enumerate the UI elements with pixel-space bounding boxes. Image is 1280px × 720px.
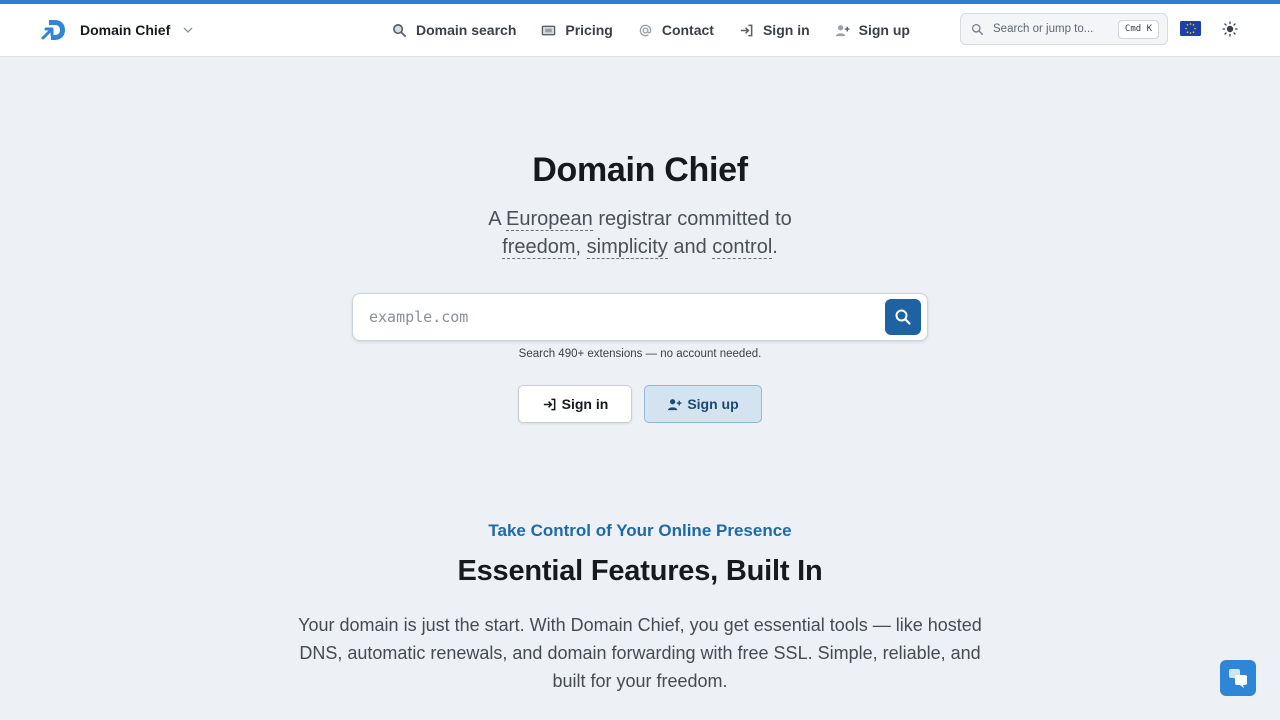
sign-in-icon <box>543 398 556 410</box>
simplicity-term[interactable]: simplicity <box>586 236 668 259</box>
hero-title: Domain Chief <box>532 151 748 189</box>
eu-flag-icon[interactable] <box>1180 21 1201 36</box>
nav-label: Sign up <box>858 22 910 38</box>
chevron-down-icon[interactable] <box>182 24 194 36</box>
sun-icon[interactable] <box>1222 21 1238 37</box>
nav-domain-search[interactable]: Domain search <box>392 22 516 38</box>
keyboard-shortcut-badge: Cmd K <box>1117 20 1159 39</box>
search-icon <box>895 309 911 325</box>
jump-search-placeholder: Search or jump to... <box>993 23 1094 35</box>
nav-label: Pricing <box>565 22 613 38</box>
subtitle-text: and <box>667 236 713 258</box>
main-nav: Domain search Pricing Contact Sign in Si… <box>392 16 910 44</box>
nav-sign-up[interactable]: Sign up <box>835 22 910 38</box>
sign-in-icon <box>740 24 753 36</box>
nav-label: Domain search <box>416 22 517 38</box>
user-plus-icon <box>835 24 850 36</box>
nav-pricing[interactable]: Pricing <box>541 22 613 38</box>
brand-name: Domain Chief <box>80 22 171 38</box>
search-hint: Search 490+ extensions — no account need… <box>518 348 762 360</box>
features-eyebrow: Take Control of Your Online Presence <box>488 521 792 540</box>
search-icon <box>971 23 984 35</box>
subtitle-text: , <box>575 236 587 258</box>
domain-search-input[interactable] <box>354 295 882 339</box>
site-header: Domain Chief Domain search Pricing Conta… <box>0 4 1280 57</box>
brand[interactable]: Domain Chief <box>40 16 194 44</box>
nav-contact[interactable]: Contact <box>638 22 714 38</box>
nav-label: Contact <box>661 22 714 38</box>
help-chat-button[interactable] <box>1220 660 1256 696</box>
sign-in-button[interactable]: Sign in <box>518 385 632 423</box>
at-sign-icon <box>639 24 652 36</box>
ticket-icon <box>542 25 556 35</box>
search-icon <box>393 23 407 37</box>
domain-search-button[interactable] <box>885 299 921 335</box>
subtitle-text: A <box>488 208 507 230</box>
nav-label: Sign in <box>762 22 810 38</box>
control-term[interactable]: control <box>712 236 773 259</box>
subtitle-text: . <box>772 236 778 258</box>
chat-bubbles-icon <box>1229 669 1247 688</box>
features-body: Your domain is just the start. With Doma… <box>298 615 982 691</box>
subtitle-text: registrar committed to <box>592 208 792 230</box>
sign-up-label: Sign up <box>687 396 739 412</box>
nav-sign-in[interactable]: Sign in <box>739 22 810 38</box>
sign-in-label: Sign in <box>561 396 609 412</box>
european-term[interactable]: European <box>506 208 593 231</box>
freedom-term[interactable]: freedom <box>502 236 576 259</box>
jump-search-input[interactable]: Search or jump to... Cmd K <box>960 13 1168 45</box>
features-title: Essential Features, Built In <box>457 555 823 587</box>
domain-search-box <box>352 293 928 341</box>
sign-up-button[interactable]: Sign up <box>644 385 762 423</box>
hero-subtitle: A European registrar committed to freedo… <box>0 205 1280 261</box>
domain-chief-logo-icon <box>41 20 65 40</box>
user-plus-icon <box>668 398 682 410</box>
